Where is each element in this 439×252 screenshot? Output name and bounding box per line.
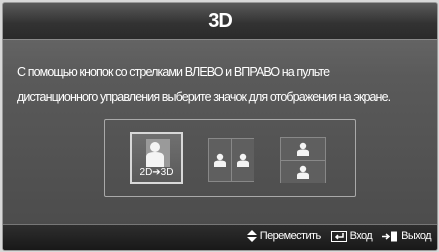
person-icon — [214, 153, 226, 167]
dialog-title: 3D — [208, 10, 233, 32]
instruction-line-1: С помощью кнопок со стрелками ВЛЕВО и ВП… — [17, 65, 330, 79]
move-hint: Переместить — [246, 230, 321, 242]
enter-hint: Вход — [330, 230, 373, 242]
person-icon — [297, 165, 309, 179]
move-label: Переместить — [259, 230, 321, 242]
person-icon — [297, 142, 309, 156]
bottom-half — [281, 161, 325, 183]
option-top-bottom[interactable] — [280, 137, 326, 183]
exit-hint: Выход — [382, 230, 432, 242]
option-2d-to-3d[interactable]: 2D➔3D — [130, 132, 183, 184]
instruction-text: С помощью кнопок со стрелками ВЛЕВО и ВП… — [17, 60, 427, 110]
left-half — [209, 139, 232, 181]
title-bar: 3D — [3, 3, 437, 40]
top-half — [281, 138, 325, 161]
3d-mode-options: 2D➔3D — [104, 119, 356, 197]
up-down-arrow-icon — [246, 230, 257, 242]
exit-icon — [382, 231, 398, 241]
instruction-line-2: дистанционного управления выберите значо… — [17, 90, 391, 104]
key-hints: Переместить Вход Выход — [237, 230, 432, 242]
person-icon — [237, 153, 249, 167]
enter-key-icon — [330, 230, 347, 242]
3d-dialog: 3D С помощью кнопок со стрелками ВЛЕВО и… — [2, 2, 438, 251]
exit-label: Выход — [401, 230, 432, 242]
person-icon — [146, 139, 170, 167]
enter-label: Вход — [349, 230, 373, 242]
right-half — [232, 139, 254, 181]
footer-bar: Переместить Вход Выход — [3, 224, 437, 250]
option-side-by-side[interactable] — [208, 138, 254, 182]
option-label: 2D➔3D — [139, 167, 174, 178]
